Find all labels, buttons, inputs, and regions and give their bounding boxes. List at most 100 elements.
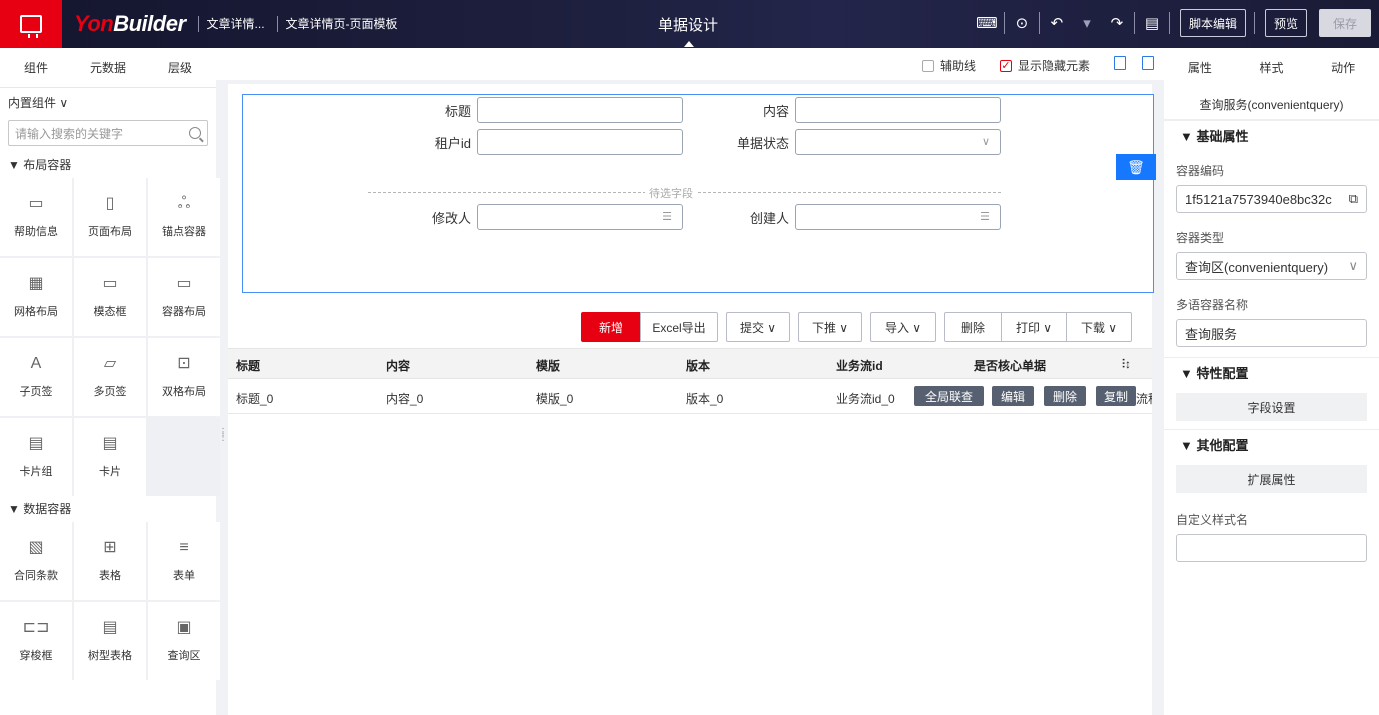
component-search-input[interactable]: 请输入搜索的关键字 [8, 120, 208, 146]
field-settings-button[interactable]: 字段设置 [1176, 393, 1367, 421]
property-panel: 属性 样式 动作 查询服务(convenientquery) ▼ 基础属性 容器… [1164, 48, 1379, 715]
field-content[interactable]: 内容 [723, 97, 1001, 123]
column-header[interactable]: 内容 [386, 357, 410, 374]
custom-style-input[interactable] [1176, 534, 1367, 562]
document-icon[interactable]: ▤ [1137, 8, 1167, 38]
right-tabs: 属性 样式 动作 [1164, 48, 1379, 88]
script-edit-button[interactable]: 脚本编辑 [1179, 9, 1246, 37]
feature-config-section[interactable]: ▼ 特性配置 [1164, 357, 1379, 389]
column-layout-icon[interactable] [1114, 56, 1126, 70]
app-logo[interactable] [0, 0, 62, 48]
multilang-name-input[interactable]: 查询服务 [1176, 319, 1367, 347]
component-tree-table[interactable]: ▤ 树型表格 [74, 602, 146, 680]
redo-icon[interactable]: ↷ [1102, 8, 1132, 38]
extended-properties-button[interactable]: 扩展属性 [1176, 465, 1367, 493]
container-icon: ▭ [176, 275, 192, 292]
component-multi-tab[interactable]: ▱ 多页签 [74, 338, 146, 416]
push-down-button[interactable]: 下推 ∨ [798, 312, 862, 342]
column-header[interactable]: 模版 [536, 357, 560, 374]
component-container-layout[interactable]: ▭ 容器布局 [148, 258, 220, 336]
component-anchor-container[interactable]: ஃ 锚点容器 [148, 178, 220, 256]
modifier-input[interactable]: ☰ [477, 204, 683, 230]
submit-button[interactable]: 提交 ∨ [726, 312, 790, 342]
row-edit-button[interactable]: 编辑 [992, 386, 1034, 406]
column-header[interactable]: 业务流id [836, 357, 883, 374]
selected-component-name: 查询服务(convenientquery) [1164, 88, 1379, 120]
container-type-select[interactable]: 查询区(convenientquery) ∨ [1176, 252, 1367, 280]
field-creator[interactable]: 创建人 ☰ [723, 204, 1001, 230]
panel-resize-handle[interactable]: ⋮ ⋮ [218, 428, 228, 443]
form-icon: ≡ [179, 539, 189, 556]
column-settings-icon[interactable]: ⫶↕ [1122, 357, 1131, 372]
guide-lines-checkbox[interactable]: 辅助线 [922, 57, 976, 74]
column-layout-icon[interactable] [1142, 56, 1154, 70]
component-query-area[interactable]: ▣ 查询区 [148, 602, 220, 680]
delete-button[interactable]: 删除 [944, 312, 1002, 342]
history-dropdown-icon[interactable]: ▾ [1072, 8, 1102, 38]
component-page-layout[interactable]: ▯ 页面布局 [74, 178, 146, 256]
component-contract-clause[interactable]: ▧ 合同条款 [0, 522, 72, 600]
tab-hierarchy[interactable]: 层级 [144, 48, 216, 87]
field-tenant[interactable]: 租户id [403, 129, 683, 155]
component-table[interactable]: ⊞ 表格 [74, 522, 146, 600]
container-code-label: 容器编码 [1176, 164, 1225, 178]
column-header[interactable]: 版本 [686, 357, 710, 374]
data-container-group[interactable]: ▼ 数据容器 [0, 496, 216, 522]
component-help-info[interactable]: ▭ 帮助信息 [0, 178, 72, 256]
field-status[interactable]: 单据状态 ∨ [723, 129, 1001, 155]
breadcrumb-page[interactable]: 文章详情页-页面模板 [276, 16, 398, 32]
preview-button[interactable]: 预览 [1264, 9, 1307, 37]
table-row[interactable]: 标题_0 内容_0 模版_0 版本_0 业务流id_0 全局联查 编辑 删除 复… [228, 380, 1152, 414]
tab-metadata[interactable]: 元数据 [72, 48, 144, 87]
component-form[interactable]: ≡ 表单 [148, 522, 220, 600]
print-button[interactable]: 打印 ∨ [1001, 312, 1067, 342]
row-delete-button[interactable]: 删除 [1044, 386, 1086, 406]
show-hidden-checkbox[interactable]: ✓ 显示隐藏元素 [1000, 57, 1090, 74]
chevron-down-icon: ∨ [981, 136, 990, 148]
tab-style[interactable]: 样式 [1236, 48, 1308, 88]
layout-container-group[interactable]: ▼ 布局容器 [0, 152, 216, 178]
component-sub-tab[interactable]: A 子页签 [0, 338, 72, 416]
play-icon[interactable]: ⊙ [1007, 8, 1037, 38]
global-query-button[interactable]: 全局联查 [914, 386, 984, 406]
excel-export-button[interactable]: Excel导出 [640, 312, 718, 342]
component-grid-layout[interactable]: ▦ 网格布局 [0, 258, 72, 336]
query-area-container[interactable]: 标题 内容 租户id 单据状态 ∨ 待选字段 修改人 ☰ 创建人 ☰ [242, 94, 1154, 293]
field-title[interactable]: 标题 [403, 97, 683, 123]
creator-input[interactable]: ☰ [795, 204, 1001, 230]
field-modifier[interactable]: 修改人 ☰ [403, 204, 683, 230]
undo-icon[interactable]: ↶ [1042, 8, 1072, 38]
builtin-components-dropdown[interactable]: 内置组件 ∨ [0, 88, 216, 112]
other-config-section[interactable]: ▼ 其他配置 [1164, 429, 1379, 461]
basic-properties-section[interactable]: ▼ 基础属性 [1164, 120, 1379, 152]
status-select[interactable]: ∨ [795, 129, 1001, 155]
pending-fields-label: 待选字段 [645, 185, 697, 201]
keyboard-icon[interactable]: ⌨ [972, 8, 1002, 38]
breadcrumb-app[interactable]: 文章详情... [197, 16, 265, 32]
data-component-grid: ▧ 合同条款 ⊞ 表格 ≡ 表单 ⊏⊐ 穿梭框 ▤ 树型表格 ▣ 查询区 [0, 522, 220, 680]
download-button[interactable]: 下载 ∨ [1066, 312, 1132, 342]
row-copy-button[interactable]: 复制 [1096, 386, 1136, 406]
component-transfer[interactable]: ⊏⊐ 穿梭框 [0, 602, 72, 680]
container-code-field[interactable]: 1f5121a7573940e8bc32c ⧉ [1176, 185, 1367, 213]
component-double-grid[interactable]: ⊡ 双格布局 [148, 338, 220, 416]
tenant-input[interactable] [477, 129, 683, 155]
trash-icon[interactable]: 🗑 [1116, 154, 1156, 180]
help-info-icon: ▭ [28, 195, 44, 212]
column-header[interactable]: 标题 [236, 357, 260, 374]
save-button[interactable]: 保存 [1319, 9, 1371, 37]
component-card[interactable]: ▤ 卡片 [74, 418, 146, 496]
tab-properties[interactable]: 属性 [1164, 48, 1236, 88]
add-button[interactable]: 新增 [581, 312, 641, 342]
component-card-group[interactable]: ▤ 卡片组 [0, 418, 72, 496]
title-input[interactable] [477, 97, 683, 123]
tab-components[interactable]: 组件 [0, 48, 72, 87]
import-button[interactable]: 导入 ∨ [870, 312, 936, 342]
page-layout-icon: ▯ [105, 195, 115, 212]
content-input[interactable] [795, 97, 1001, 123]
column-header[interactable]: 是否核心单据 [974, 357, 1046, 374]
tab-actions[interactable]: 动作 [1307, 48, 1379, 88]
copy-icon[interactable]: ⧉ [1349, 191, 1358, 207]
component-modal[interactable]: ▭ 模态框 [74, 258, 146, 336]
divider [1003, 12, 1005, 34]
